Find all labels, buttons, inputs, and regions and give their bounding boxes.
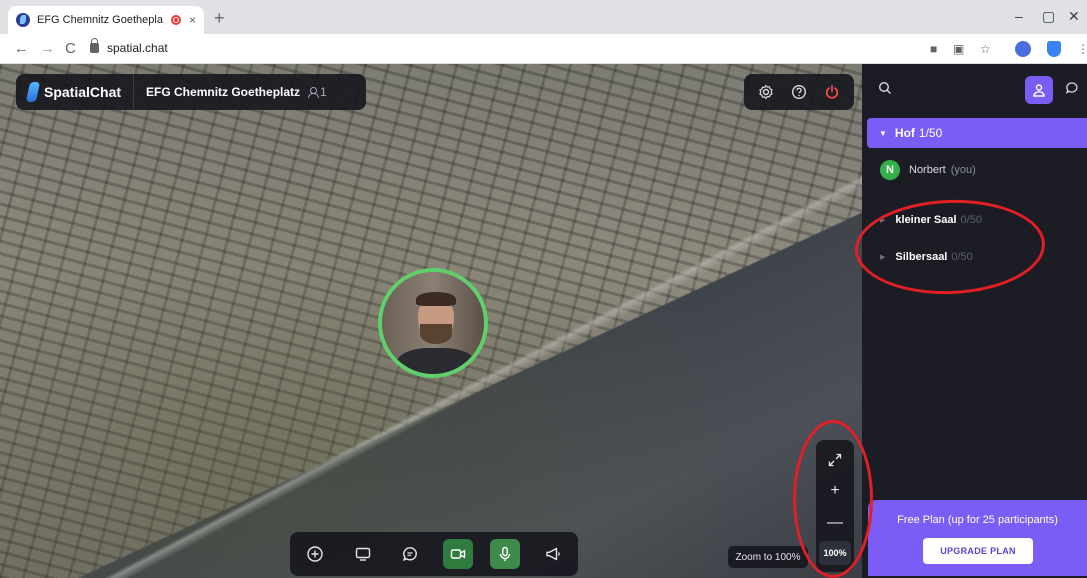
chat-button[interactable] <box>395 539 425 569</box>
add-icon <box>307 546 323 562</box>
camera-icon <box>450 549 465 559</box>
minimize-button[interactable]: – <box>1015 8 1023 24</box>
member-self-label: (you) <box>950 164 976 176</box>
tab-close-button[interactable]: × <box>189 13 196 27</box>
camera-indicator-icon[interactable]: ■ <box>930 42 937 56</box>
close-window-button[interactable]: ✕ <box>1068 8 1080 25</box>
room-count: 1/50 <box>918 126 943 140</box>
member-name: Norbert <box>909 164 946 176</box>
url-text: spatial.chat <box>107 41 168 55</box>
person-icon <box>1033 84 1045 97</box>
space-name: EFG Chemnitz Goetheplatz <box>146 85 301 99</box>
shield-extension-icon[interactable] <box>1047 41 1061 57</box>
chat-bubble-icon <box>403 547 418 561</box>
recording-icon <box>170 15 181 25</box>
settings-icon[interactable] <box>757 83 775 101</box>
annotation-ellipse-zoom <box>793 420 873 578</box>
url-field[interactable]: spatial.chat <box>90 38 168 55</box>
new-tab-button[interactable]: + <box>214 8 225 28</box>
zoom-tooltip: Zoom to 100% <box>728 546 808 568</box>
space-header: SpatialChat EFG Chemnitz Goetheplatz 1 <box>16 74 366 110</box>
tab-title: EFG Chemnitz Goetheplatz / <box>37 14 163 26</box>
bookmark-star-icon[interactable]: ☆ <box>980 42 991 56</box>
chat-tab-icon[interactable] <box>1065 80 1081 101</box>
people-tab-button[interactable] <box>1025 76 1053 104</box>
video-person-beard <box>420 324 452 344</box>
member-norbert[interactable]: N Norbert (you) <box>880 160 976 180</box>
media-toolbar <box>290 532 578 576</box>
room-name: Hof <box>894 126 915 140</box>
browser-tab[interactable]: EFG Chemnitz Goetheplatz / × <box>8 6 204 34</box>
free-plan-panel: Free Plan (up for 25 participants) UPGRA… <box>868 500 1087 576</box>
brand-name: SpatialChat <box>44 84 122 100</box>
back-arrow-icon[interactable]: ← <box>14 40 29 58</box>
user-video-bubble[interactable] <box>378 268 488 378</box>
screen-share-button[interactable] <box>348 539 378 569</box>
people-count-value: 1 <box>320 85 327 99</box>
translate-icon[interactable]: ▣ <box>953 42 964 56</box>
video-person-body <box>396 348 476 374</box>
room-hof[interactable]: ▼ Hof 1/50 <box>867 118 1087 148</box>
help-icon[interactable] <box>790 83 808 101</box>
video-person-hair <box>416 292 456 306</box>
microphone-toggle-button[interactable] <box>490 539 521 569</box>
broadcast-button[interactable] <box>538 539 568 569</box>
megaphone-icon <box>546 547 560 561</box>
upgrade-plan-button[interactable]: UPGRADE PLAN <box>923 538 1033 564</box>
power-icon[interactable] <box>823 83 841 101</box>
camera-toggle-button[interactable] <box>442 539 473 569</box>
caret-down-icon: ▼ <box>879 128 887 138</box>
avatar: N <box>880 160 900 180</box>
adblock-extension-icon[interactable] <box>1015 41 1031 57</box>
people-count[interactable]: 1 <box>308 85 327 99</box>
add-button[interactable] <box>300 539 330 569</box>
forward-arrow-icon[interactable]: → <box>40 40 55 58</box>
plan-text: Free Plan (up for 25 participants) <box>897 514 1058 526</box>
lock-icon <box>90 38 99 53</box>
browser-menu-icon[interactable]: ⋮ <box>1077 42 1087 56</box>
microphone-icon <box>500 546 511 561</box>
spatialchat-logo-icon <box>25 82 41 102</box>
screen-share-icon <box>355 547 370 561</box>
spatialchat-logo: SpatialChat <box>16 74 135 110</box>
reload-icon[interactable]: C <box>65 40 76 58</box>
sidebar-header <box>862 64 1087 114</box>
spatialchat-favicon-icon <box>16 13 30 27</box>
search-icon[interactable] <box>878 81 892 100</box>
person-icon <box>308 87 320 98</box>
space-controls <box>744 74 854 110</box>
browser-tab-bar: EFG Chemnitz Goetheplatz / × + – ▢ ✕ <box>0 0 1087 34</box>
restore-button[interactable]: ▢ <box>1042 8 1055 25</box>
browser-address-bar: ← → C spatial.chat ■ ▣ ☆ ⋮ <box>0 34 1087 64</box>
